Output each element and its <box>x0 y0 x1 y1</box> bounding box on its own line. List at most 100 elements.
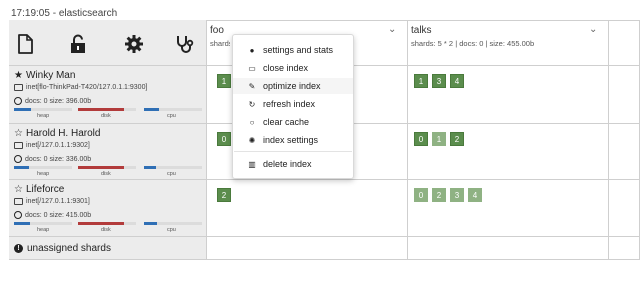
heap-bar-fill <box>14 108 32 111</box>
folder-open-icon: ▭ <box>248 63 256 73</box>
cpu-bar <box>144 166 202 169</box>
unlock-icon[interactable] <box>67 33 89 55</box>
menu-divider <box>234 151 352 152</box>
unassigned-shards-label: ! unassigned shards <box>14 243 111 254</box>
shard-replica[interactable]: 2 <box>432 188 446 202</box>
index-context-menu: ● settings and stats ▭ close index ✎ optimize… <box>232 34 354 179</box>
menu-item-label: close index <box>263 63 309 73</box>
trash-icon: ▥ <box>248 159 256 169</box>
heap-bar-fill <box>14 222 31 225</box>
empty-cell <box>609 237 640 260</box>
menu-item-optimize-index[interactable]: ✎ optimize index <box>233 78 353 94</box>
empty-cell <box>609 180 640 237</box>
stethoscope-icon[interactable] <box>173 33 195 55</box>
node-address-text: inet[flo-ThinkPad-T420/127.0.1.1:9300] <box>26 84 148 91</box>
shard-replica[interactable]: 3 <box>450 188 464 202</box>
menu-item-index-settings[interactable]: ✺ index settings <box>233 132 353 148</box>
shard-primary[interactable]: 2 <box>217 188 231 202</box>
menu-item-label: refresh index <box>263 99 316 109</box>
menu-item-refresh-index[interactable]: ↻ refresh index <box>233 96 353 112</box>
hdd-icon <box>14 198 23 205</box>
star-empty-icon: ☆ <box>14 184 23 195</box>
disk-bar-fill <box>78 222 125 225</box>
shard-primary[interactable]: 4 <box>450 74 464 88</box>
empty-cell <box>609 124 640 180</box>
index-name: talks <box>411 25 432 36</box>
node-stats: docs: 0 size: 396.00b <box>14 97 91 105</box>
cpu-label: cpu <box>167 227 176 233</box>
heap-label: heap <box>37 171 50 177</box>
document-icon[interactable] <box>14 33 36 55</box>
empty-cell <box>609 66 640 124</box>
gear-icon: ✺ <box>248 135 256 145</box>
shard-cell <box>207 180 408 237</box>
node-stats-text: docs: 0 size: 336.00b <box>25 155 92 163</box>
node-address-text: inet[/127.0.1.1:9302] <box>26 142 90 149</box>
menu-item-close-index[interactable]: ▭ close index <box>233 60 353 76</box>
node-stats-text: docs: 0 size: 396.00b <box>25 97 92 105</box>
node-name-text: Winky Man <box>25 70 76 81</box>
shard-replica[interactable]: 0 <box>414 188 428 202</box>
hdd-icon <box>14 142 23 149</box>
gear-icon[interactable] <box>123 33 145 55</box>
cpu-bar <box>144 108 202 111</box>
shard-primary[interactable]: 1 <box>414 74 428 88</box>
node-stats-text: docs: 0 size: 415.00b <box>25 211 92 219</box>
index-header-talks[interactable]: talks shards: 5 * 2 | docs: 0 | size: 45… <box>408 20 609 66</box>
node-name[interactable]: ★ Winky Man <box>14 70 75 81</box>
menu-item-delete-index[interactable]: ▥ delete index <box>233 156 353 172</box>
disk-bar <box>78 108 136 111</box>
node-address: inet[/127.0.1.1:9301] <box>14 198 90 205</box>
node-resource-bars: heap disk cpu <box>14 166 202 178</box>
node-stats: docs: 0 size: 415.00b <box>14 211 91 219</box>
cpu-label: cpu <box>167 113 176 119</box>
shard-replica[interactable]: 4 <box>468 188 482 202</box>
heap-label: heap <box>37 227 50 233</box>
node-address: inet[flo-ThinkPad-T420/127.0.1.1:9300] <box>14 84 147 91</box>
node-address-text: inet[/127.0.1.1:9301] <box>26 198 90 205</box>
menu-item-label: settings and stats <box>263 45 334 55</box>
node-name[interactable]: ☆ Harold H. Harold <box>14 128 100 139</box>
shard-primary[interactable]: 0 <box>414 132 428 146</box>
shard-primary[interactable]: 1 <box>217 74 231 88</box>
power-icon[interactable] <box>14 97 22 105</box>
index-name: foo <box>210 25 224 36</box>
power-icon[interactable] <box>14 155 22 163</box>
cpu-bar <box>144 222 202 225</box>
node-resource-bars: heap disk cpu <box>14 108 202 120</box>
node-name-text: Lifeforce <box>25 184 65 195</box>
chevron-down-icon[interactable]: ⌄ <box>589 24 597 35</box>
hdd-icon <box>14 84 23 91</box>
disk-bar <box>78 222 136 225</box>
disk-label: disk <box>101 171 111 177</box>
power-icon[interactable] <box>14 211 22 219</box>
unassigned-cell <box>408 237 609 260</box>
refresh-icon: ↻ <box>248 99 256 109</box>
menu-item-label: delete index <box>263 159 312 169</box>
heap-label: heap <box>37 113 50 119</box>
star-empty-icon: ☆ <box>14 128 23 139</box>
index-meta: shards: 5 * 2 | docs: 0 | size: 455.00b <box>411 39 535 48</box>
shard-replica[interactable]: 1 <box>432 132 446 146</box>
menu-item-label: index settings <box>263 135 319 145</box>
shard-primary[interactable]: 0 <box>217 132 231 146</box>
node-name-text: Harold H. Harold <box>25 128 101 139</box>
disk-bar-fill <box>78 108 125 111</box>
circle-icon: ○ <box>249 117 255 127</box>
shard-primary[interactable]: 3 <box>432 74 446 88</box>
menu-item-settings-and-stats[interactable]: ● settings and stats <box>233 42 353 58</box>
info-icon: ● <box>249 45 255 55</box>
unassigned-label: unassigned shards <box>27 243 111 254</box>
menu-item-label: optimize index <box>263 81 321 91</box>
shard-primary[interactable]: 2 <box>450 132 464 146</box>
chevron-down-icon[interactable]: ⌄ <box>388 24 396 35</box>
node-name[interactable]: ☆ Lifeforce <box>14 184 64 195</box>
wrench-icon: ✎ <box>248 81 256 91</box>
menu-item-label: clear cache <box>263 117 310 127</box>
cpu-bar-fill <box>144 222 157 225</box>
disk-bar-fill <box>78 166 125 169</box>
star-filled-icon: ★ <box>14 70 23 81</box>
menu-item-clear-cache[interactable]: ○ clear cache <box>233 114 353 130</box>
index-meta: shards: 5 * 2 | docs: 0 | size: 0.00b <box>210 39 230 48</box>
node-address: inet[/127.0.1.1:9302] <box>14 142 90 149</box>
